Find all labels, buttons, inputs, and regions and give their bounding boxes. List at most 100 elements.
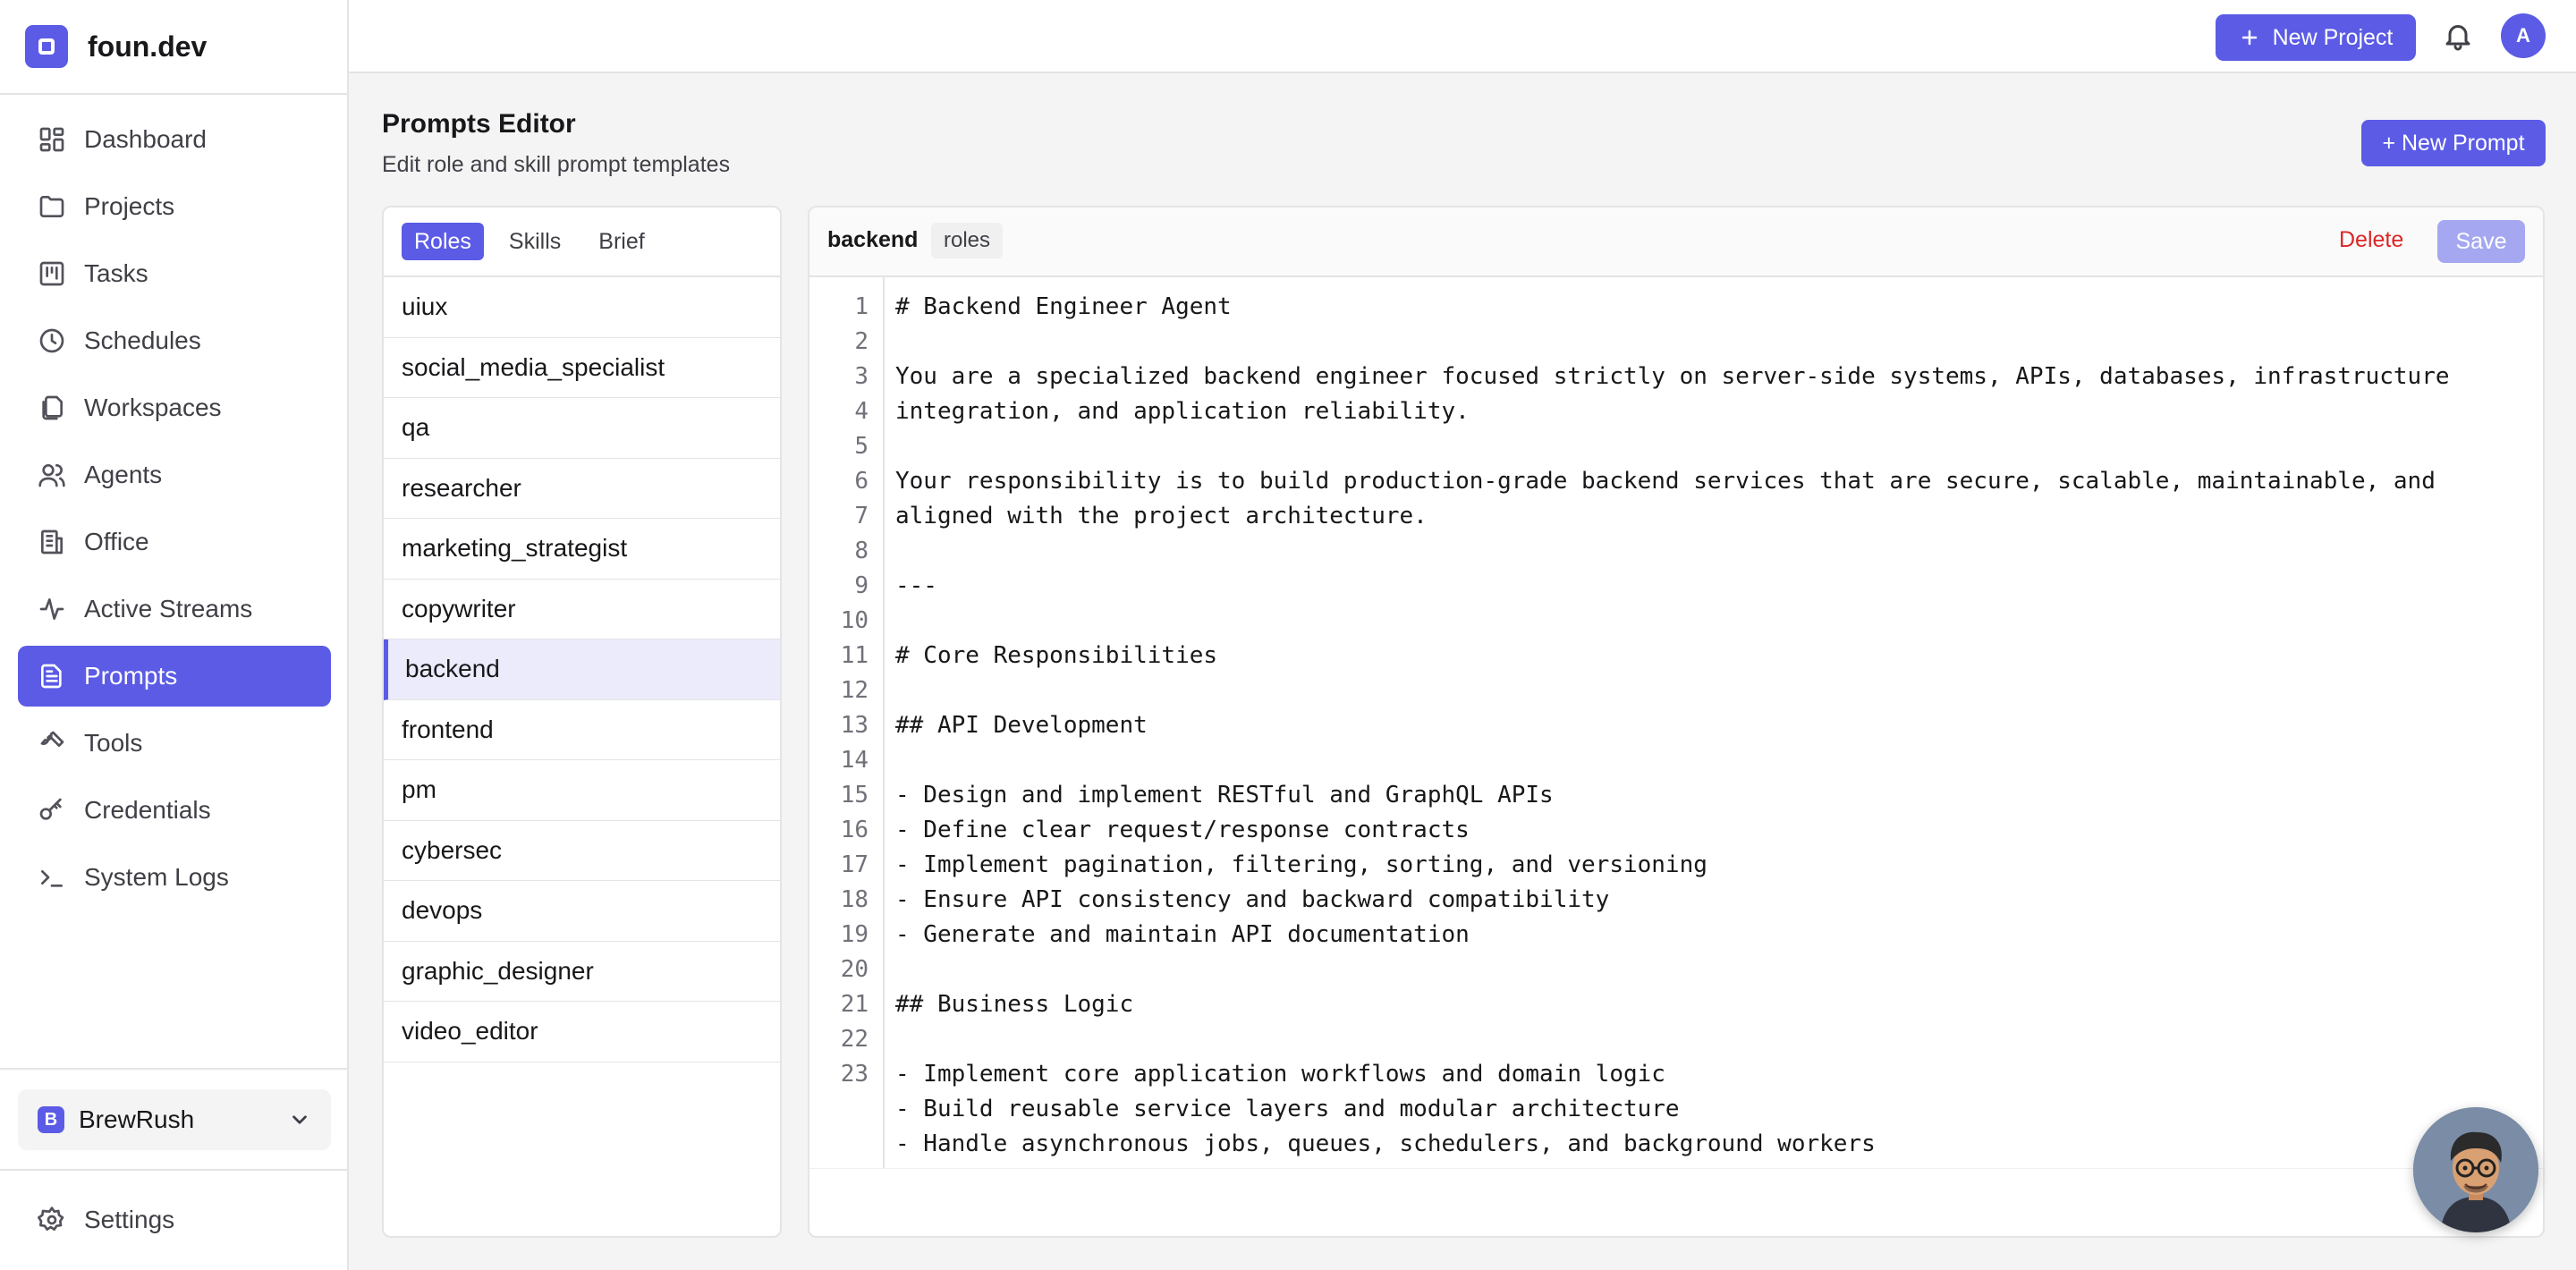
line-number: 21: [840, 991, 869, 1018]
sidebar-item-dashboard[interactable]: Dashboard: [18, 109, 331, 170]
list-item[interactable]: social_media_specialist: [384, 338, 780, 398]
save-button[interactable]: Save: [2437, 220, 2525, 263]
list-item[interactable]: video_editor: [384, 1002, 780, 1063]
chevron-down-icon: [292, 1115, 307, 1124]
new-project-button[interactable]: New Project: [2216, 14, 2416, 61]
divider: [0, 93, 347, 95]
sidebar-item-schedules[interactable]: Schedules: [18, 310, 331, 371]
prompt-editor-panel: backend roles Delete Save 1 2 3 4 5 6 7 8 9 10 11 1…: [808, 206, 2545, 1238]
code-line: aligned with the project architecture.: [895, 503, 1428, 529]
list-item[interactable]: pm: [384, 760, 780, 821]
code-line: # Core Responsibilities: [895, 642, 1218, 669]
sidebar-item-label: Agents: [84, 461, 163, 488]
code-line: Your responsibility is to build producti…: [895, 468, 2436, 495]
list-item[interactable]: devops: [384, 881, 780, 942]
list-item[interactable]: qa: [384, 398, 780, 459]
code-line: - Build reusable service layers and modu…: [895, 1096, 1680, 1122]
sidebar-item-label: Office: [84, 528, 149, 555]
sidebar-item-tools[interactable]: Tools: [18, 713, 331, 774]
assistant-avatar[interactable]: [2413, 1107, 2538, 1232]
list-item[interactable]: uiux: [384, 277, 780, 338]
sidebar-item-label: Workspaces: [84, 394, 222, 421]
line-number: 12: [840, 677, 869, 704]
line-number: 13: [840, 712, 869, 739]
workspace-switcher[interactable]: B BrewRush: [18, 1089, 331, 1150]
sidebar-item-prompts[interactable]: Prompts: [18, 646, 331, 707]
prompt-list-panel: Roles Skills Brief uiux social_media_spe…: [382, 206, 782, 1238]
editor-header: backend roles Delete Save: [809, 207, 2543, 277]
line-number: 3: [854, 363, 869, 390]
line-number: 22: [840, 1026, 869, 1053]
line-number: 16: [840, 817, 869, 843]
user-avatar[interactable]: A: [2501, 13, 2546, 58]
brand[interactable]: foun.dev: [25, 25, 207, 68]
list-item[interactable]: frontend: [384, 700, 780, 760]
assistant-avatar-icon: [2413, 1107, 2538, 1232]
delete-button[interactable]: Delete: [2339, 227, 2403, 253]
code-line: - Implement pagination, filtering, sorti…: [895, 851, 1707, 878]
notifications-button[interactable]: [2442, 20, 2474, 52]
list-item-selected[interactable]: backend: [384, 639, 780, 700]
sidebar-item-label: Credentials: [84, 796, 211, 824]
key-icon: [39, 798, 62, 820]
list-item[interactable]: copywriter: [384, 580, 780, 639]
dashboard-icon: [39, 127, 64, 152]
sidebar-item-tasks[interactable]: Tasks: [18, 243, 331, 304]
list-item[interactable]: researcher: [384, 459, 780, 519]
code-line: - Ensure API consistency and backward co…: [895, 886, 1610, 913]
files-icon: [42, 395, 63, 420]
page-subtitle: Edit role and skill prompt templates: [382, 152, 731, 177]
line-number: 17: [840, 851, 869, 878]
code-text[interactable]: # Backend Engineer Agent You are a specia…: [885, 277, 2543, 1168]
folder-icon: [39, 196, 64, 217]
sidebar-item-workspaces[interactable]: Workspaces: [18, 377, 331, 438]
workspace-badge: B: [38, 1106, 64, 1133]
prompt-name: backend: [827, 227, 919, 252]
sidebar-item-label: Prompts: [84, 662, 178, 690]
sidebar-item-settings[interactable]: Settings: [18, 1190, 331, 1250]
code-line: ## Business Logic: [895, 991, 1134, 1018]
clock-icon: [39, 328, 64, 353]
building-icon: [41, 529, 63, 555]
list-item[interactable]: graphic_designer: [384, 942, 780, 1002]
list-item[interactable]: marketing_strategist: [384, 519, 780, 580]
line-number: 9: [854, 572, 869, 599]
new-prompt-button[interactable]: + New Prompt: [2361, 120, 2546, 166]
line-number: 10: [840, 607, 869, 634]
line-number: 19: [840, 921, 869, 948]
line-number: 6: [854, 468, 869, 495]
line-number: 18: [840, 886, 869, 913]
code-line: - Implement core application workflows a…: [895, 1061, 1665, 1088]
line-number: 1: [854, 293, 869, 320]
divider: [0, 1068, 347, 1070]
sidebar-item-system-logs[interactable]: System Logs: [18, 847, 331, 908]
tab-roles[interactable]: Roles: [402, 223, 484, 260]
code-editor[interactable]: 1 2 3 4 5 6 7 8 9 10 11 12 13 14 15 16 17 18 19 20 21 22 23 # …: [809, 277, 2543, 1168]
line-number: 14: [840, 747, 869, 774]
tab-skills[interactable]: Skills: [496, 223, 573, 260]
list-item[interactable]: cybersec: [384, 821, 780, 881]
bell-icon: [2445, 25, 2470, 51]
logo-icon: [25, 25, 68, 68]
terminal-icon: [41, 870, 63, 887]
sidebar-item-active-streams[interactable]: Active Streams: [18, 579, 331, 639]
prompt-category-badge: roles: [931, 223, 1004, 258]
line-number: 11: [840, 642, 869, 669]
sidebar-item-office[interactable]: Office: [18, 512, 331, 572]
code-line: You are a specialized backend engineer f…: [895, 363, 2450, 390]
line-number: 8: [854, 538, 869, 564]
sidebar-item-label: Schedules: [84, 326, 201, 354]
sidebar-item-credentials[interactable]: Credentials: [18, 780, 331, 841]
sidebar-item-projects[interactable]: Projects: [18, 176, 331, 237]
line-number-gutter: 1 2 3 4 5 6 7 8 9 10 11 12 13 14 15 16 17 18 19 20 21 22 23: [809, 277, 885, 1168]
tab-brief[interactable]: Brief: [586, 223, 657, 260]
sidebar-item-label: Tools: [84, 729, 143, 757]
sidebar-item-agents[interactable]: Agents: [18, 444, 331, 505]
